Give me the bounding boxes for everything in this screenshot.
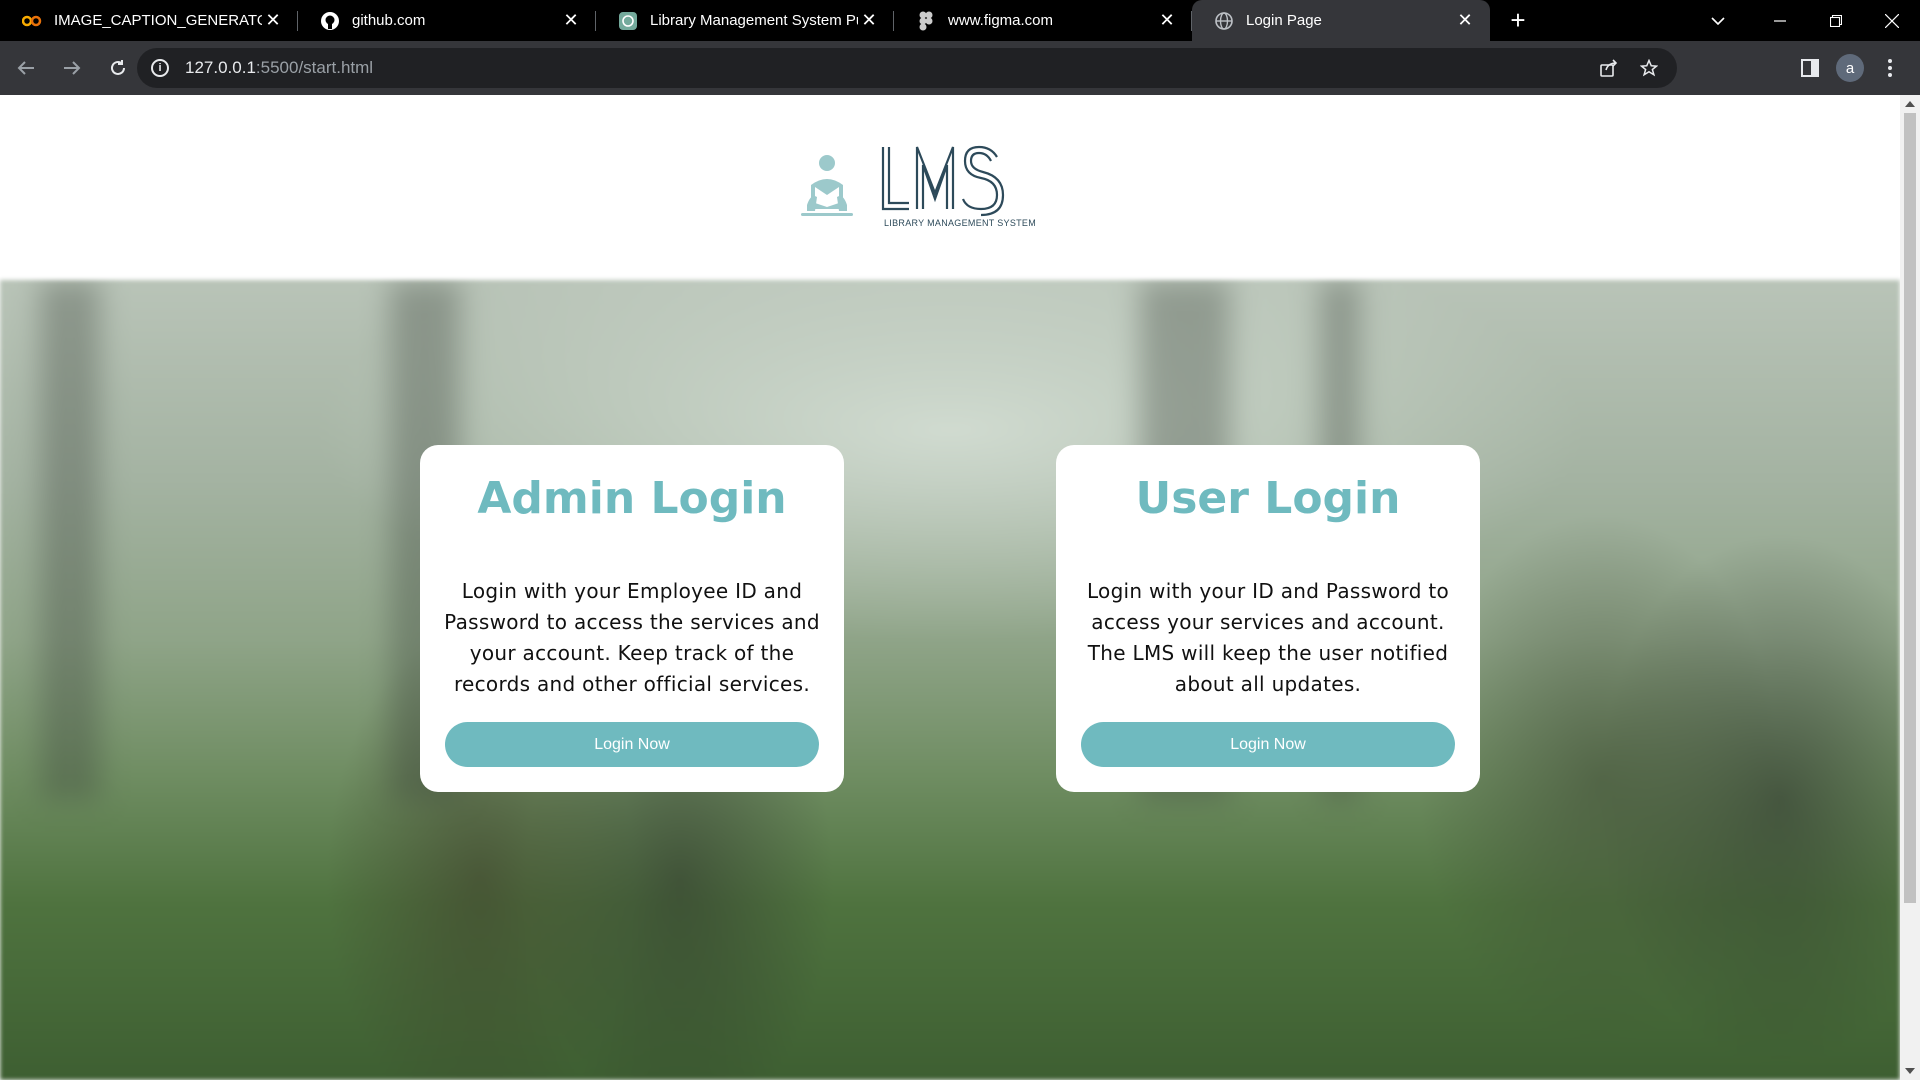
card-title: Admin Login xyxy=(477,473,787,524)
toolbar-right: a xyxy=(1790,48,1910,88)
window-controls xyxy=(1752,0,1920,41)
card-description: Login with your ID and Password to acces… xyxy=(1086,579,1450,696)
omnibox-actions xyxy=(1589,48,1669,88)
minimize-icon[interactable] xyxy=(1752,0,1808,41)
close-icon[interactable]: ✕ xyxy=(1156,10,1178,32)
restore-icon[interactable] xyxy=(1808,0,1864,41)
user-login-button[interactable]: Login Now xyxy=(1081,722,1455,767)
globe-icon xyxy=(1214,11,1234,31)
tab-search-chevron-icon[interactable] xyxy=(1698,0,1738,41)
card-description: Login with your Employee ID and Password… xyxy=(444,579,820,696)
page-header: LIBRARY MANAGEMENT SYSTEM xyxy=(0,95,1900,280)
reload-icon[interactable] xyxy=(98,48,138,88)
menu-kebab-icon[interactable] xyxy=(1870,48,1910,88)
card-title: User Login xyxy=(1135,473,1401,524)
tab-title: Library Management System Pur xyxy=(650,12,858,29)
new-tab-button[interactable]: + xyxy=(1498,0,1538,41)
back-arrow-icon[interactable] xyxy=(6,48,46,88)
tab-strip: IMAGE_CAPTION_GENERATOR.ip ✕ github.com … xyxy=(0,0,1920,41)
browser-toolbar: i 127.0.0.1:5500/start.html a xyxy=(0,41,1920,95)
scroll-up-icon[interactable] xyxy=(1905,101,1915,107)
close-icon[interactable]: ✕ xyxy=(1454,10,1476,32)
tab-chatgpt[interactable]: Library Management System Pur ✕ xyxy=(596,0,894,41)
profile-avatar[interactable]: a xyxy=(1830,48,1870,88)
site-info-icon[interactable]: i xyxy=(151,59,169,77)
chatgpt-icon xyxy=(618,11,638,31)
tab-github[interactable]: github.com ✕ xyxy=(298,0,596,41)
side-panel-icon[interactable] xyxy=(1790,48,1830,88)
user-login-card: User Login Login with your ID and Passwo… xyxy=(1056,445,1480,792)
close-icon[interactable]: ✕ xyxy=(858,10,880,32)
tab-title: Login Page xyxy=(1246,12,1322,29)
logo-subtitle: LIBRARY MANAGEMENT SYSTEM xyxy=(884,218,1037,228)
bookmark-star-icon[interactable] xyxy=(1629,48,1669,88)
url-path: :5500/start.html xyxy=(255,58,374,77)
close-icon[interactable]: ✕ xyxy=(262,10,284,32)
scrollbar-thumb[interactable] xyxy=(1904,113,1916,903)
admin-login-card: Admin Login Login with your Employee ID … xyxy=(420,445,844,792)
share-icon[interactable] xyxy=(1589,48,1629,88)
tree-trunk xyxy=(40,280,100,800)
figma-icon xyxy=(916,11,936,31)
page-scrollbar[interactable] xyxy=(1900,95,1920,1080)
url-host: 127.0.0.1 xyxy=(185,58,256,77)
scroll-down-icon[interactable] xyxy=(1905,1068,1915,1074)
page-viewport: LIBRARY MANAGEMENT SYSTEM Admin Login Lo… xyxy=(0,95,1900,1080)
github-icon xyxy=(320,11,340,31)
tab-title: IMAGE_CAPTION_GENERATOR.ip xyxy=(54,12,262,29)
tab-figma[interactable]: www.figma.com ✕ xyxy=(894,0,1192,41)
hero-background xyxy=(0,280,1900,1080)
tab-title: github.com xyxy=(352,12,426,29)
address-bar[interactable]: i 127.0.0.1:5500/start.html xyxy=(137,48,1677,88)
admin-login-button[interactable]: Login Now xyxy=(445,722,819,767)
tab-colab[interactable]: IMAGE_CAPTION_GENERATOR.ip ✕ xyxy=(0,0,298,41)
forward-arrow-icon[interactable] xyxy=(52,48,92,88)
tab-title: www.figma.com xyxy=(948,12,1054,29)
tab-login-page[interactable]: Login Page ✕ xyxy=(1192,0,1490,41)
close-icon[interactable]: ✕ xyxy=(560,10,582,32)
colab-icon xyxy=(22,11,42,31)
window-close-icon[interactable] xyxy=(1864,0,1920,41)
avatar: a xyxy=(1836,54,1864,82)
